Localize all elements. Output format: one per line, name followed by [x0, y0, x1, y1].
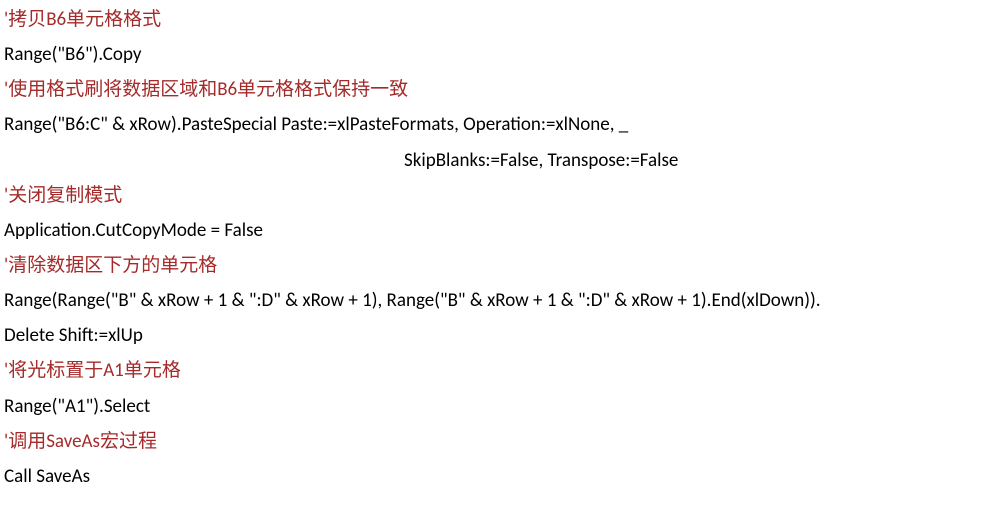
- comment-line: '清除数据区下方的单元格: [4, 248, 996, 283]
- code-line: Delete Shift:=xlUp: [4, 318, 996, 353]
- code-line: Call SaveAs: [4, 459, 996, 494]
- code-block: '拷贝B6单元格格式 Range("B6").Copy '使用格式刷将数据区域和…: [4, 2, 996, 494]
- code-line-continuation: SkipBlanks:=False, Transpose:=False: [4, 143, 996, 178]
- code-line: Range("B6").Copy: [4, 37, 996, 72]
- code-line: Range("A1").Select: [4, 389, 996, 424]
- code-line: Range(Range("B" & xRow + 1 & ":D" & xRow…: [4, 283, 996, 318]
- code-line: Range("B6:C" & xRow).PasteSpecial Paste:…: [4, 107, 996, 142]
- comment-line: '调用SaveAs宏过程: [4, 424, 996, 459]
- comment-line: '使用格式刷将数据区域和B6单元格格式保持一致: [4, 72, 996, 107]
- comment-line: '拷贝B6单元格格式: [4, 2, 996, 37]
- comment-line: '将光标置于A1单元格: [4, 353, 996, 388]
- code-line: Application.CutCopyMode = False: [4, 213, 996, 248]
- comment-line: '关闭复制模式: [4, 178, 996, 213]
